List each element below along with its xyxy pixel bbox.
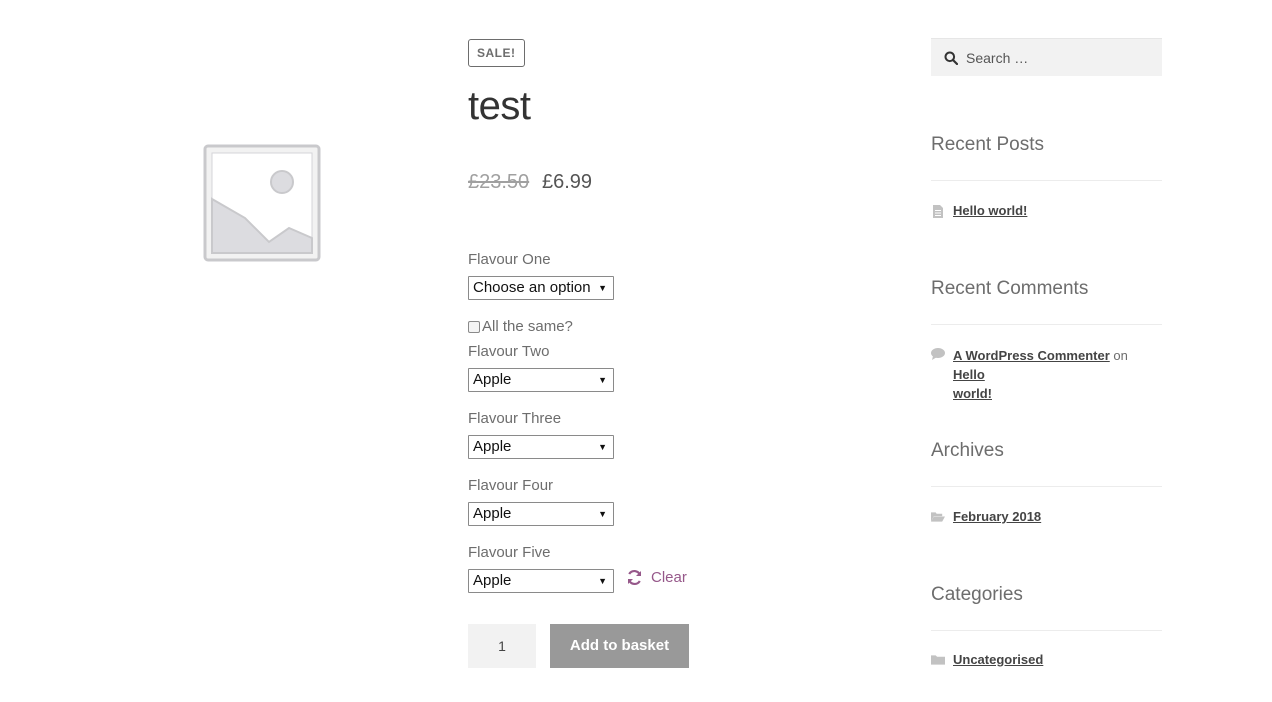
image-placeholder-icon — [203, 144, 321, 262]
flavour-two-value: Apple — [473, 371, 512, 388]
categories-title: Categories — [931, 584, 1023, 605]
comment-icon — [931, 346, 945, 360]
all-same-option[interactable]: All the same? — [468, 318, 573, 335]
divider — [931, 630, 1162, 631]
category-item: Uncategorised — [931, 652, 1043, 667]
comment-connector: on — [1113, 348, 1128, 363]
dropdown-arrow-icon: ▼ — [598, 283, 607, 293]
divider — [931, 486, 1162, 487]
sale-price: £6.99 — [542, 171, 593, 193]
flavour-five-label: Flavour Five — [468, 544, 551, 561]
archive-link[interactable]: February 2018 — [953, 509, 1041, 524]
flavour-one-label: Flavour One — [468, 251, 551, 268]
flavour-three-label: Flavour Three — [468, 410, 562, 427]
flavour-five-select[interactable]: Apple ▼ — [468, 569, 614, 593]
flavour-four-select[interactable]: Apple ▼ — [468, 502, 614, 526]
search-field[interactable]: Search … — [931, 38, 1162, 76]
quantity-input[interactable]: 1 — [468, 624, 536, 668]
clear-label: Clear — [651, 569, 687, 586]
product-title: test — [468, 84, 531, 128]
recent-post-item: Hello world! — [931, 203, 1027, 218]
recent-comments-title: Recent Comments — [931, 278, 1089, 299]
all-same-checkbox[interactable] — [468, 320, 480, 333]
dropdown-arrow-icon: ▼ — [598, 442, 607, 452]
comment-author-link[interactable]: A WordPress Commenter — [953, 348, 1110, 363]
search-icon — [944, 51, 958, 65]
flavour-four-label: Flavour Four — [468, 477, 554, 494]
divider — [931, 180, 1162, 181]
dropdown-arrow-icon: ▼ — [598, 375, 607, 385]
recent-post-link[interactable]: Hello world! — [953, 203, 1027, 218]
regular-price: £23.50 — [468, 171, 530, 193]
refresh-icon — [627, 569, 642, 586]
document-icon — [931, 203, 945, 218]
flavour-two-select[interactable]: Apple ▼ — [468, 368, 614, 392]
category-link[interactable]: Uncategorised — [953, 652, 1043, 667]
search-placeholder: Search … — [966, 49, 1029, 66]
flavour-four-value: Apple — [473, 505, 512, 522]
dropdown-arrow-icon: ▼ — [598, 576, 607, 586]
comment-post-link-part1[interactable]: Hello — [953, 367, 985, 382]
flavour-five-value: Apple — [473, 572, 512, 589]
folder-open-icon — [931, 509, 945, 523]
flavour-two-label: Flavour Two — [468, 343, 550, 360]
divider — [931, 324, 1162, 325]
flavour-one-value: Choose an option — [473, 279, 591, 296]
sale-badge: SALE! — [468, 39, 525, 67]
archive-item: February 2018 — [931, 509, 1041, 524]
archives-title: Archives — [931, 440, 1004, 461]
all-same-label: All the same? — [482, 318, 573, 335]
product-image-placeholder[interactable] — [203, 144, 321, 262]
recent-posts-title: Recent Posts — [931, 134, 1044, 155]
comment-post-link-part2[interactable]: world! — [953, 386, 992, 401]
add-to-basket-button[interactable]: Add to basket — [550, 624, 689, 668]
flavour-one-select[interactable]: Choose an option ▼ — [468, 276, 614, 300]
flavour-three-value: Apple — [473, 438, 512, 455]
dropdown-arrow-icon: ▼ — [598, 509, 607, 519]
folder-icon — [931, 652, 945, 666]
flavour-three-select[interactable]: Apple ▼ — [468, 435, 614, 459]
recent-comment-item: A WordPress Commenter on Hello world! — [931, 346, 1162, 403]
clear-selection-link[interactable]: Clear — [626, 569, 687, 586]
